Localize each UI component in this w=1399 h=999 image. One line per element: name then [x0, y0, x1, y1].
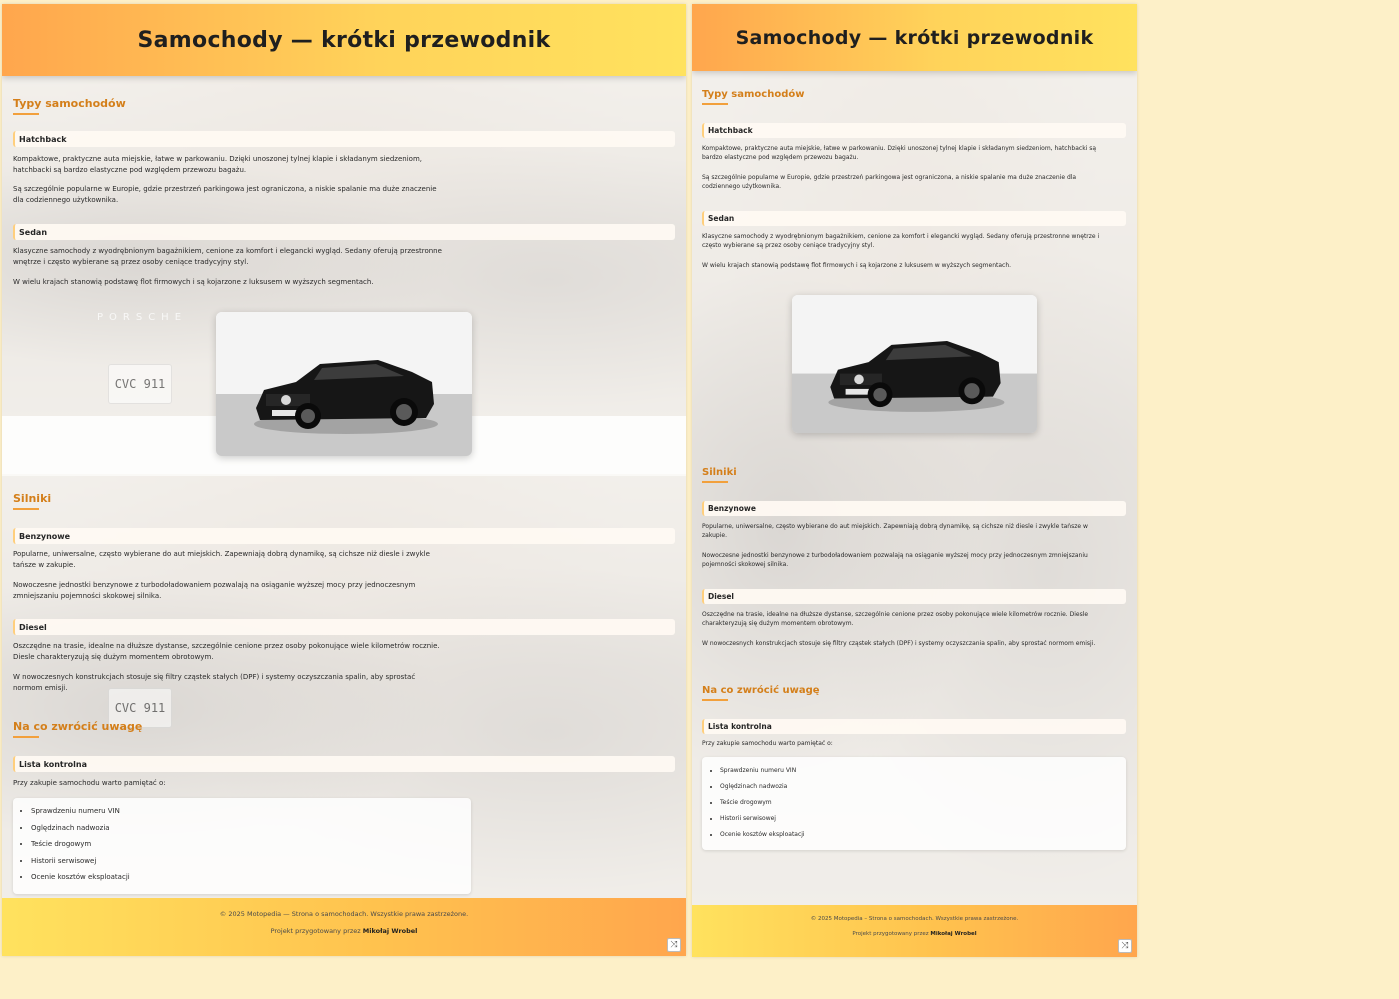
paragraph: Są szczególnie popularne w Europie, gdzi… [13, 185, 437, 204]
footer-copyright: © 2025 Motopedia – Strona o samochodach.… [810, 916, 1019, 922]
page-preview-narrow: Samochody — krótki przewodnik Typy samoc… [692, 4, 1137, 957]
footer-author: Mikołaj Wrobel [930, 931, 977, 937]
checklist-item: Historii serwisowej [31, 853, 467, 870]
paragraph: Kompaktowe, praktyczne auta miejskie, ła… [702, 145, 1097, 161]
footer-author: Mikołaj Wrobel [362, 927, 418, 935]
subsection-title-sedan: Sedan [702, 211, 1126, 226]
section-title-engines: Silniki [13, 492, 52, 510]
car-image [792, 295, 1037, 433]
paragraph: W nowoczesnych konstrukcjach stosuje się… [702, 640, 1096, 647]
page-title: Samochody — krótki przewodnik [735, 26, 1094, 49]
paragraph: Popularne, uniwersalne, często wybierane… [702, 523, 1088, 539]
checklist-item: Oględzinach nadwozia [31, 820, 467, 837]
car-illustration [216, 312, 472, 456]
car-illustration [792, 295, 1037, 433]
checklist-item: Historii serwisowej [720, 811, 1122, 827]
site-header: Samochody — krótki przewodnik [692, 4, 1137, 71]
paragraph: W wielu krajach stanowią podstawę flot f… [13, 278, 374, 286]
shuffle-icon[interactable]: ⤨ [667, 938, 681, 952]
checklist-intro: Przy zakupie samochodu warto pamiętać o: [702, 740, 833, 747]
site-header: Samochody — krótki przewodnik [2, 4, 686, 76]
footer-credit-prefix: Projekt przygotowany przez [852, 931, 929, 937]
footer-credit: Projekt przygotowany przez Mikołaj Wrobe… [692, 922, 1137, 937]
checklist-item: Ocenie kosztów eksploatacji [31, 869, 467, 886]
section-title-checklist: Na co zwrócić uwagę [13, 720, 143, 738]
paragraph: Oszczędne na trasie, idealne na dłuższe … [13, 642, 440, 661]
subsection-title-sedan: Sedan [13, 224, 675, 240]
checklist-item: Oględzinach nadwozia [720, 779, 1122, 795]
checklist-item: Teście drogowym [31, 836, 467, 853]
car-image [216, 312, 472, 456]
checklist-box: Sprawdzeniu numeru VIN Oględzinach nadwo… [702, 757, 1126, 850]
paragraph: Nowoczesne jednostki benzynowe z turbodo… [702, 552, 1088, 568]
paragraph: Klasyczne samochody z wyodrębnionym baga… [13, 247, 442, 266]
checklist-item: Sprawdzeniu numeru VIN [31, 803, 467, 820]
paragraph: Klasyczne samochody z wyodrębnionym baga… [702, 233, 1100, 249]
section-title-types: Typy samochodów [13, 97, 126, 115]
paragraph: Kompaktowe, praktyczne auta miejskie, ła… [13, 155, 422, 174]
subsection-title-diesel: Diesel [13, 619, 675, 635]
subsection-title-diesel: Diesel [702, 589, 1126, 604]
footer-credit: Projekt przygotowany przez Mikołaj Wrobe… [2, 918, 686, 935]
site-footer: © 2025 Motopedia – Strona o samochodach.… [692, 905, 1137, 957]
subsection-title-checklist: Lista kontrolna [702, 719, 1126, 734]
footer-credit-prefix: Projekt przygotowany przez [270, 927, 361, 935]
checklist-box: Sprawdzeniu numeru VIN Oględzinach nadwo… [13, 798, 471, 894]
paragraph: Popularne, uniwersalne, często wybierane… [13, 550, 430, 569]
paragraph: Są szczególnie popularne w Europie, gdzi… [702, 174, 1077, 190]
main-content: Typy samochodów Hatchback Kompaktowe, pr… [2, 76, 686, 898]
checklist: Sprawdzeniu numeru VIN Oględzinach nadwo… [706, 763, 1122, 843]
subsection-title-petrol: Benzynowe [702, 501, 1126, 516]
paragraph: Nowoczesne jednostki benzynowe z turbodo… [13, 581, 416, 600]
subsection-title-hatchback: Hatchback [702, 123, 1126, 138]
site-footer: © 2025 Motopedia — Strona o samochodach.… [2, 898, 686, 956]
checklist-item: Sprawdzeniu numeru VIN [720, 763, 1122, 779]
page-title: Samochody — krótki przewodnik [137, 27, 551, 53]
page-preview-desktop: PORSCHE CVC 911 CVC 911 Samochody — krót… [2, 4, 686, 956]
checklist-item: Ocenie kosztów eksploatacji [720, 827, 1122, 843]
paragraph: W nowoczesnych konstrukcjach stosuje się… [13, 673, 416, 692]
checklist: Sprawdzeniu numeru VIN Oględzinach nadwo… [17, 803, 467, 886]
paragraph: Oszczędne na trasie, idealne na dłuższe … [702, 611, 1089, 627]
shuffle-icon[interactable]: ⤨ [1118, 939, 1132, 953]
subsection-title-petrol: Benzynowe [13, 528, 675, 544]
checklist-intro: Przy zakupie samochodu warto pamiętać o: [13, 779, 166, 787]
subsection-title-hatchback: Hatchback [13, 131, 675, 147]
section-title-checklist: Na co zwrócić uwagę [702, 685, 820, 701]
main-content: Typy samochodów Hatchback Kompaktowe, pr… [692, 71, 1137, 905]
section-title-engines: Silniki [702, 467, 737, 483]
section-title-types: Typy samochodów [702, 89, 805, 105]
subsection-title-checklist: Lista kontrolna [13, 756, 675, 772]
paragraph: W wielu krajach stanowią podstawę flot f… [702, 262, 1012, 269]
checklist-item: Teście drogowym [720, 795, 1122, 811]
footer-copyright: © 2025 Motopedia — Strona o samochodach.… [219, 910, 469, 918]
